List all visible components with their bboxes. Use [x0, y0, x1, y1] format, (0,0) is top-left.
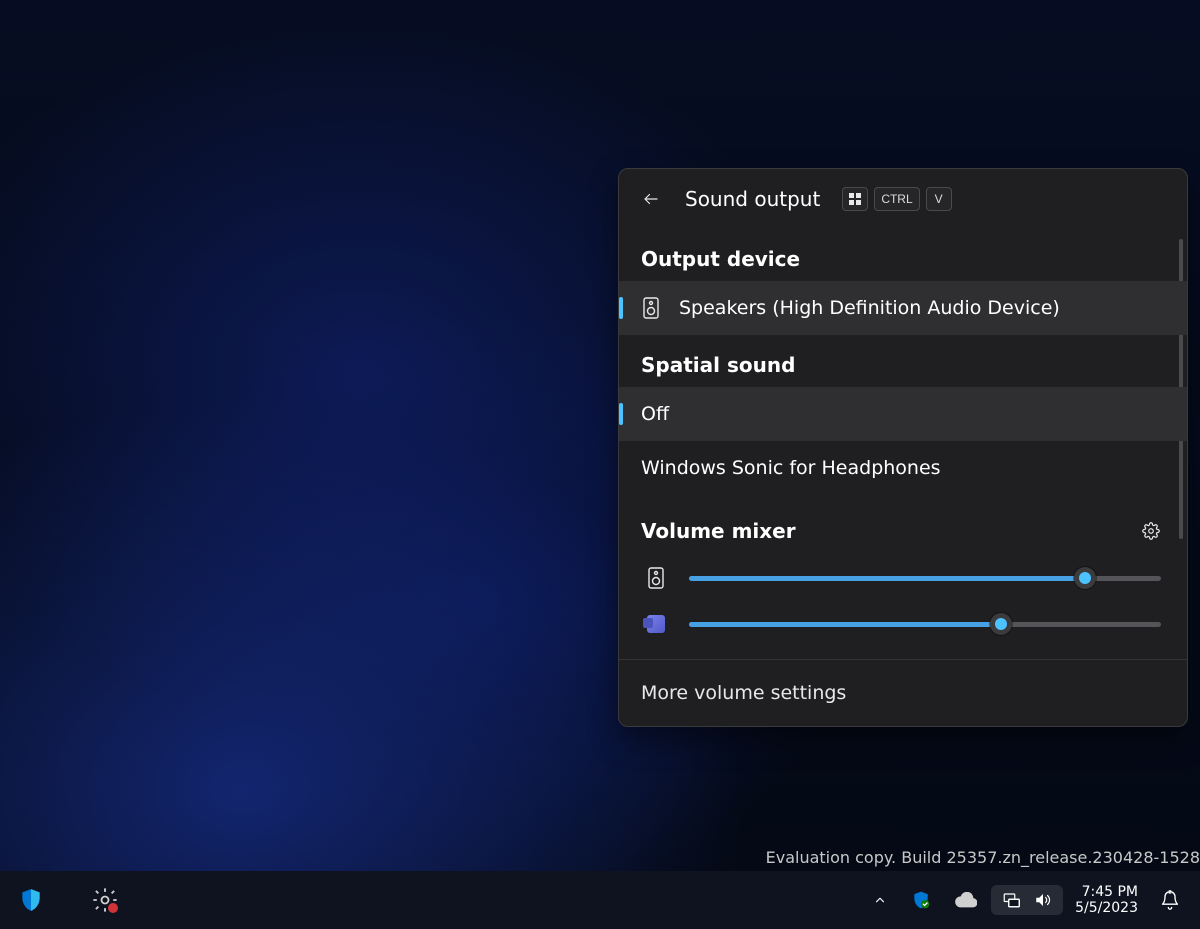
volume-icon	[1033, 891, 1053, 909]
more-volume-settings-label: More volume settings	[641, 682, 846, 704]
spatial-sound-off-label: Off	[641, 403, 669, 425]
chevron-up-icon	[873, 893, 887, 907]
mixer-slider-system[interactable]	[689, 568, 1161, 588]
mixer-row-teams	[619, 601, 1187, 647]
shield-icon	[18, 887, 44, 913]
teams-icon[interactable]	[645, 613, 667, 635]
taskbar-left	[14, 883, 122, 917]
speaker-icon[interactable]	[645, 567, 667, 589]
back-button[interactable]	[637, 185, 665, 213]
mixer-row-system	[619, 555, 1187, 601]
tray-onedrive-icon[interactable]	[945, 886, 987, 914]
notification-snooze-icon	[1160, 890, 1180, 910]
security-icon[interactable]	[14, 883, 48, 917]
output-device-label: Speakers (High Definition Audio Device)	[679, 297, 1060, 319]
key-ctrl: CTRL	[874, 187, 919, 211]
windows-icon	[849, 193, 861, 205]
network-icon	[1001, 891, 1021, 909]
shield-check-icon	[911, 890, 931, 910]
taskbar-right: 7:45 PM 5/5/2023	[863, 880, 1190, 920]
flyout-title: Sound output	[685, 187, 820, 211]
sound-output-flyout: Sound output CTRL V Output device Speake…	[618, 168, 1188, 727]
spatial-sound-sonic-label: Windows Sonic for Headphones	[641, 457, 941, 479]
volume-mixer-header: Volume mixer	[619, 495, 1187, 555]
speaker-device-icon	[641, 297, 661, 319]
tray-network-sound[interactable]	[991, 885, 1063, 915]
key-win	[842, 187, 868, 211]
shortcut-hint: CTRL V	[842, 187, 951, 211]
taskbar-clock[interactable]: 7:45 PM 5/5/2023	[1067, 880, 1146, 920]
clock-time: 7:45 PM	[1075, 884, 1138, 900]
mixer-settings-button[interactable]	[1137, 517, 1165, 545]
spatial-sound-option-off[interactable]: Off	[619, 387, 1187, 441]
tray-security-icon[interactable]	[901, 884, 941, 916]
flyout-body: Output device Speakers (High Definition …	[619, 229, 1187, 726]
gear-icon	[1142, 522, 1160, 540]
spatial-sound-heading: Spatial sound	[619, 335, 1187, 387]
mixer-slider-teams[interactable]	[689, 614, 1161, 634]
clock-date: 5/5/2023	[1075, 900, 1138, 916]
output-device-option[interactable]: Speakers (High Definition Audio Device)	[619, 281, 1187, 335]
output-device-heading: Output device	[619, 229, 1187, 281]
key-v: V	[926, 187, 952, 211]
arrow-left-icon	[642, 190, 660, 208]
cloud-icon	[955, 892, 977, 908]
flyout-header: Sound output CTRL V	[619, 169, 1187, 229]
focus-assist-icon[interactable]	[1150, 884, 1190, 916]
taskbar: 7:45 PM 5/5/2023	[0, 871, 1200, 929]
more-volume-settings-link[interactable]: More volume settings	[619, 660, 1187, 726]
evaluation-watermark: Evaluation copy. Build 25357.zn_release.…	[766, 848, 1200, 869]
volume-mixer-heading: Volume mixer	[641, 519, 796, 543]
settings-gear-icon[interactable]	[88, 883, 122, 917]
tray-overflow-button[interactable]	[863, 887, 897, 913]
spatial-sound-option-sonic[interactable]: Windows Sonic for Headphones	[619, 441, 1187, 495]
